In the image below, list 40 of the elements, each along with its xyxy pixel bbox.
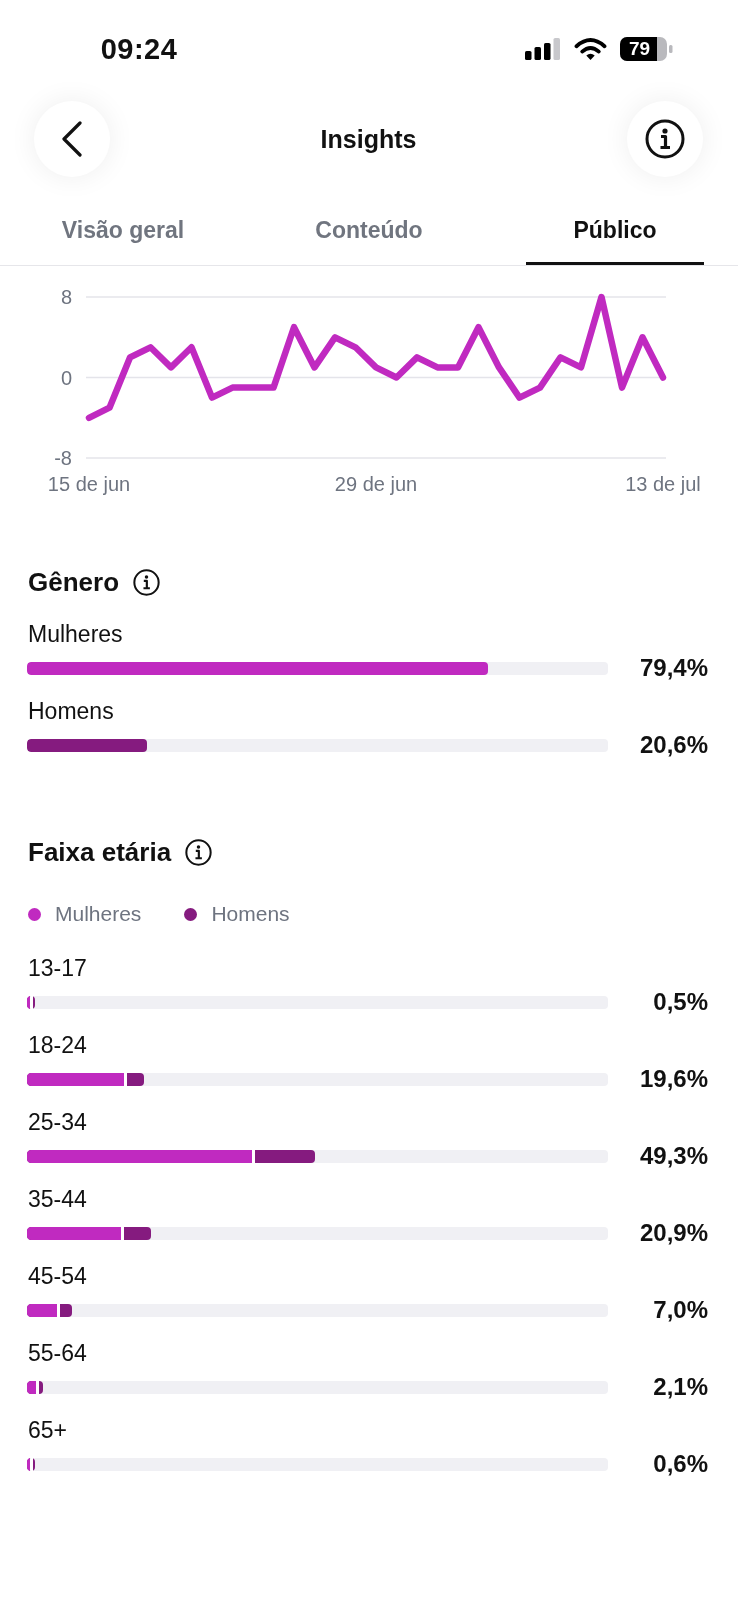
category-label: Homens xyxy=(27,697,115,726)
info-icon xyxy=(645,119,685,159)
x-axis-label: 13 de jul xyxy=(625,473,701,495)
legend-label: Mulheres xyxy=(55,901,142,927)
signal-icon xyxy=(525,38,561,60)
section-title: Gênero xyxy=(28,566,120,598)
age-range-label: 25-34 xyxy=(27,1108,88,1137)
legend-label: Homens xyxy=(211,901,290,927)
info-icon[interactable] xyxy=(133,568,161,596)
percentage-value: 7,0% xyxy=(652,1295,708,1325)
category-label: Mulheres xyxy=(27,620,124,649)
percentage-value: 20,6% xyxy=(638,730,708,760)
screen-title: Insights xyxy=(320,124,417,155)
percentage-value: 79,4% xyxy=(638,653,708,683)
y-axis-label: -8 xyxy=(54,447,72,469)
battery-percent: 79 xyxy=(627,37,652,61)
y-axis-label: 8 xyxy=(60,286,72,308)
age-range-label: 65+ xyxy=(27,1416,68,1445)
percentage-value: 49,3% xyxy=(638,1141,708,1171)
age-range-label: 55-64 xyxy=(27,1339,88,1368)
age-range-label: 35-44 xyxy=(27,1185,88,1214)
x-axis-label: 15 de jun xyxy=(47,473,131,495)
age-range-label: 18-24 xyxy=(27,1031,88,1060)
wifi-icon xyxy=(574,37,607,61)
age-range-label: 45-54 xyxy=(27,1262,88,1291)
percentage-value: 0,5% xyxy=(652,987,708,1017)
x-axis-label: 29 de jun xyxy=(334,473,418,495)
percentage-value: 2,1% xyxy=(652,1372,708,1402)
tab[interactable]: Conteúdo xyxy=(246,178,492,265)
section-title: Faixa etária xyxy=(28,836,172,868)
age-range-label: 13-17 xyxy=(27,954,88,983)
chevron-left-icon xyxy=(61,121,83,157)
y-axis-label: 0 xyxy=(60,366,72,389)
info-icon[interactable] xyxy=(185,838,213,866)
tab[interactable]: Público xyxy=(492,178,738,265)
status-time: 09:24 xyxy=(99,32,179,66)
percentage-value: 0,6% xyxy=(652,1449,708,1479)
percentage-value: 20,9% xyxy=(638,1218,708,1248)
percentage-value: 19,6% xyxy=(638,1064,708,1094)
tab[interactable]: Visão geral xyxy=(0,178,246,265)
